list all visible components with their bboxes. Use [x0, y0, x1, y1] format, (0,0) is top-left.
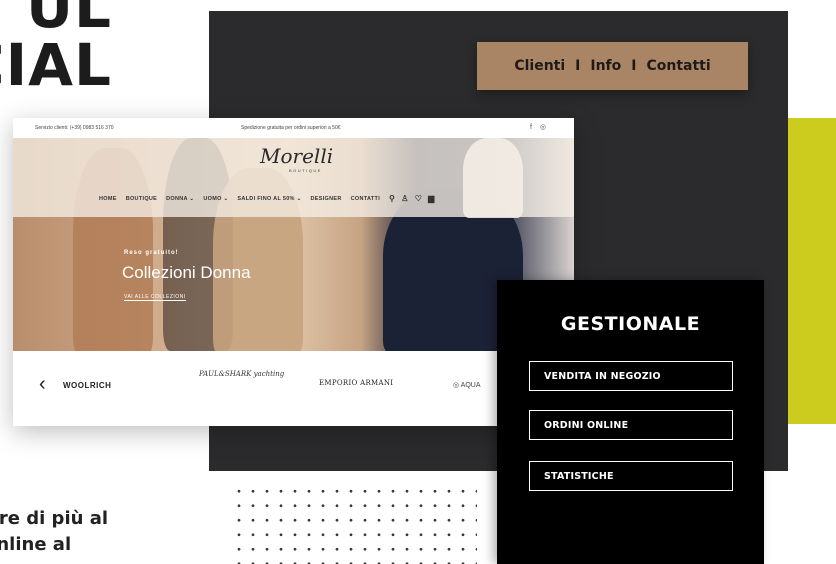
top-nav: Clienti I Info I Contatti [477, 42, 748, 90]
hero-title: Collezioni Donna [122, 263, 251, 282]
background-text-line: pre di più al [0, 508, 109, 529]
brand-logo-aqua[interactable]: ◎ AQUA [453, 381, 481, 389]
site-main-menu: HOME BOUTIQUE DONNA ⌄ UOMO ⌄ SALDI FINO … [99, 194, 441, 203]
brand-logo-emporio-armani[interactable]: EMPORIO ARMANI [319, 379, 393, 387]
nav-link-clienti[interactable]: Clienti [514, 58, 565, 74]
hero-kicker: Reso gratuito! [124, 250, 179, 256]
site-logo-subtitle: BOUTIQUE [289, 168, 322, 173]
customer-service-text: Servizio clienti: (+39) 0983 516 370 [35, 125, 114, 131]
site-topbar: Servizio clienti: (+39) 0983 516 370 Spe… [13, 118, 574, 138]
nav-separator: I [575, 58, 581, 74]
site-logo[interactable]: Morelli [260, 144, 333, 168]
brand-logo-paul-shark[interactable]: PAUL&SHARK yachting [199, 369, 284, 380]
nav-link-info[interactable]: Info [590, 58, 621, 74]
heart-icon[interactable]: ♡ [415, 194, 422, 203]
carousel-prev-icon[interactable]: ‹ [39, 373, 46, 396]
nav-link-contatti[interactable]: Contatti [646, 58, 710, 74]
gestionale-title: GESTIONALE [560, 313, 701, 335]
menu-item-uomo[interactable]: UOMO ⌄ [203, 196, 228, 202]
search-icon[interactable]: ⚲ [389, 194, 395, 203]
menu-item-designer[interactable]: DESIGNER [311, 196, 342, 202]
brand-carousel: ‹ WOOLRICH PAUL&SHARK yachting EMPORIO A… [13, 351, 574, 426]
bag-icon[interactable]: ▆ [428, 194, 434, 203]
menu-item-home[interactable]: HOME [99, 196, 117, 202]
background-title-line: CIAL [0, 31, 112, 94]
menu-item-contatti[interactable]: CONTATTI [351, 196, 380, 202]
lime-accent-block [788, 118, 836, 424]
user-icon[interactable]: ♙ [401, 194, 408, 203]
brand-logo-woolrich[interactable]: WOOLRICH [63, 381, 111, 390]
background-text: pre di più al online al [0, 506, 180, 558]
menu-item-boutique[interactable]: BOUTIQUE [126, 196, 157, 202]
menu-item-saldi[interactable]: SALDI FINO AL 50% ⌄ [237, 196, 301, 202]
gestionale-panel: GESTIONALE VENDITA IN NEGOZIO ORDINI ONL… [497, 280, 764, 564]
facebook-icon[interactable]: f [530, 124, 532, 131]
vendita-in-negozio-button[interactable]: VENDITA IN NEGOZIO [529, 361, 733, 391]
nav-separator: I [631, 58, 637, 74]
menu-item-donna[interactable]: DONNA ⌄ [166, 196, 194, 202]
statistiche-button[interactable]: STATISTICHE [529, 461, 733, 491]
shipping-notice: Spedizione gratuita per ordini superiori… [241, 125, 341, 131]
background-text-line: online al [0, 534, 72, 555]
ordini-online-button[interactable]: ORDINI ONLINE [529, 410, 733, 440]
dot-pattern [232, 484, 477, 564]
social-links: f ◎ [530, 123, 552, 131]
background-title: UL CIAL [0, 0, 112, 94]
website-preview: Servizio clienti: (+39) 0983 516 370 Spe… [13, 118, 574, 426]
hero-cta-link[interactable]: VAI ALLE COLLEZIONI [124, 294, 186, 301]
instagram-icon[interactable]: ◎ [540, 124, 546, 131]
